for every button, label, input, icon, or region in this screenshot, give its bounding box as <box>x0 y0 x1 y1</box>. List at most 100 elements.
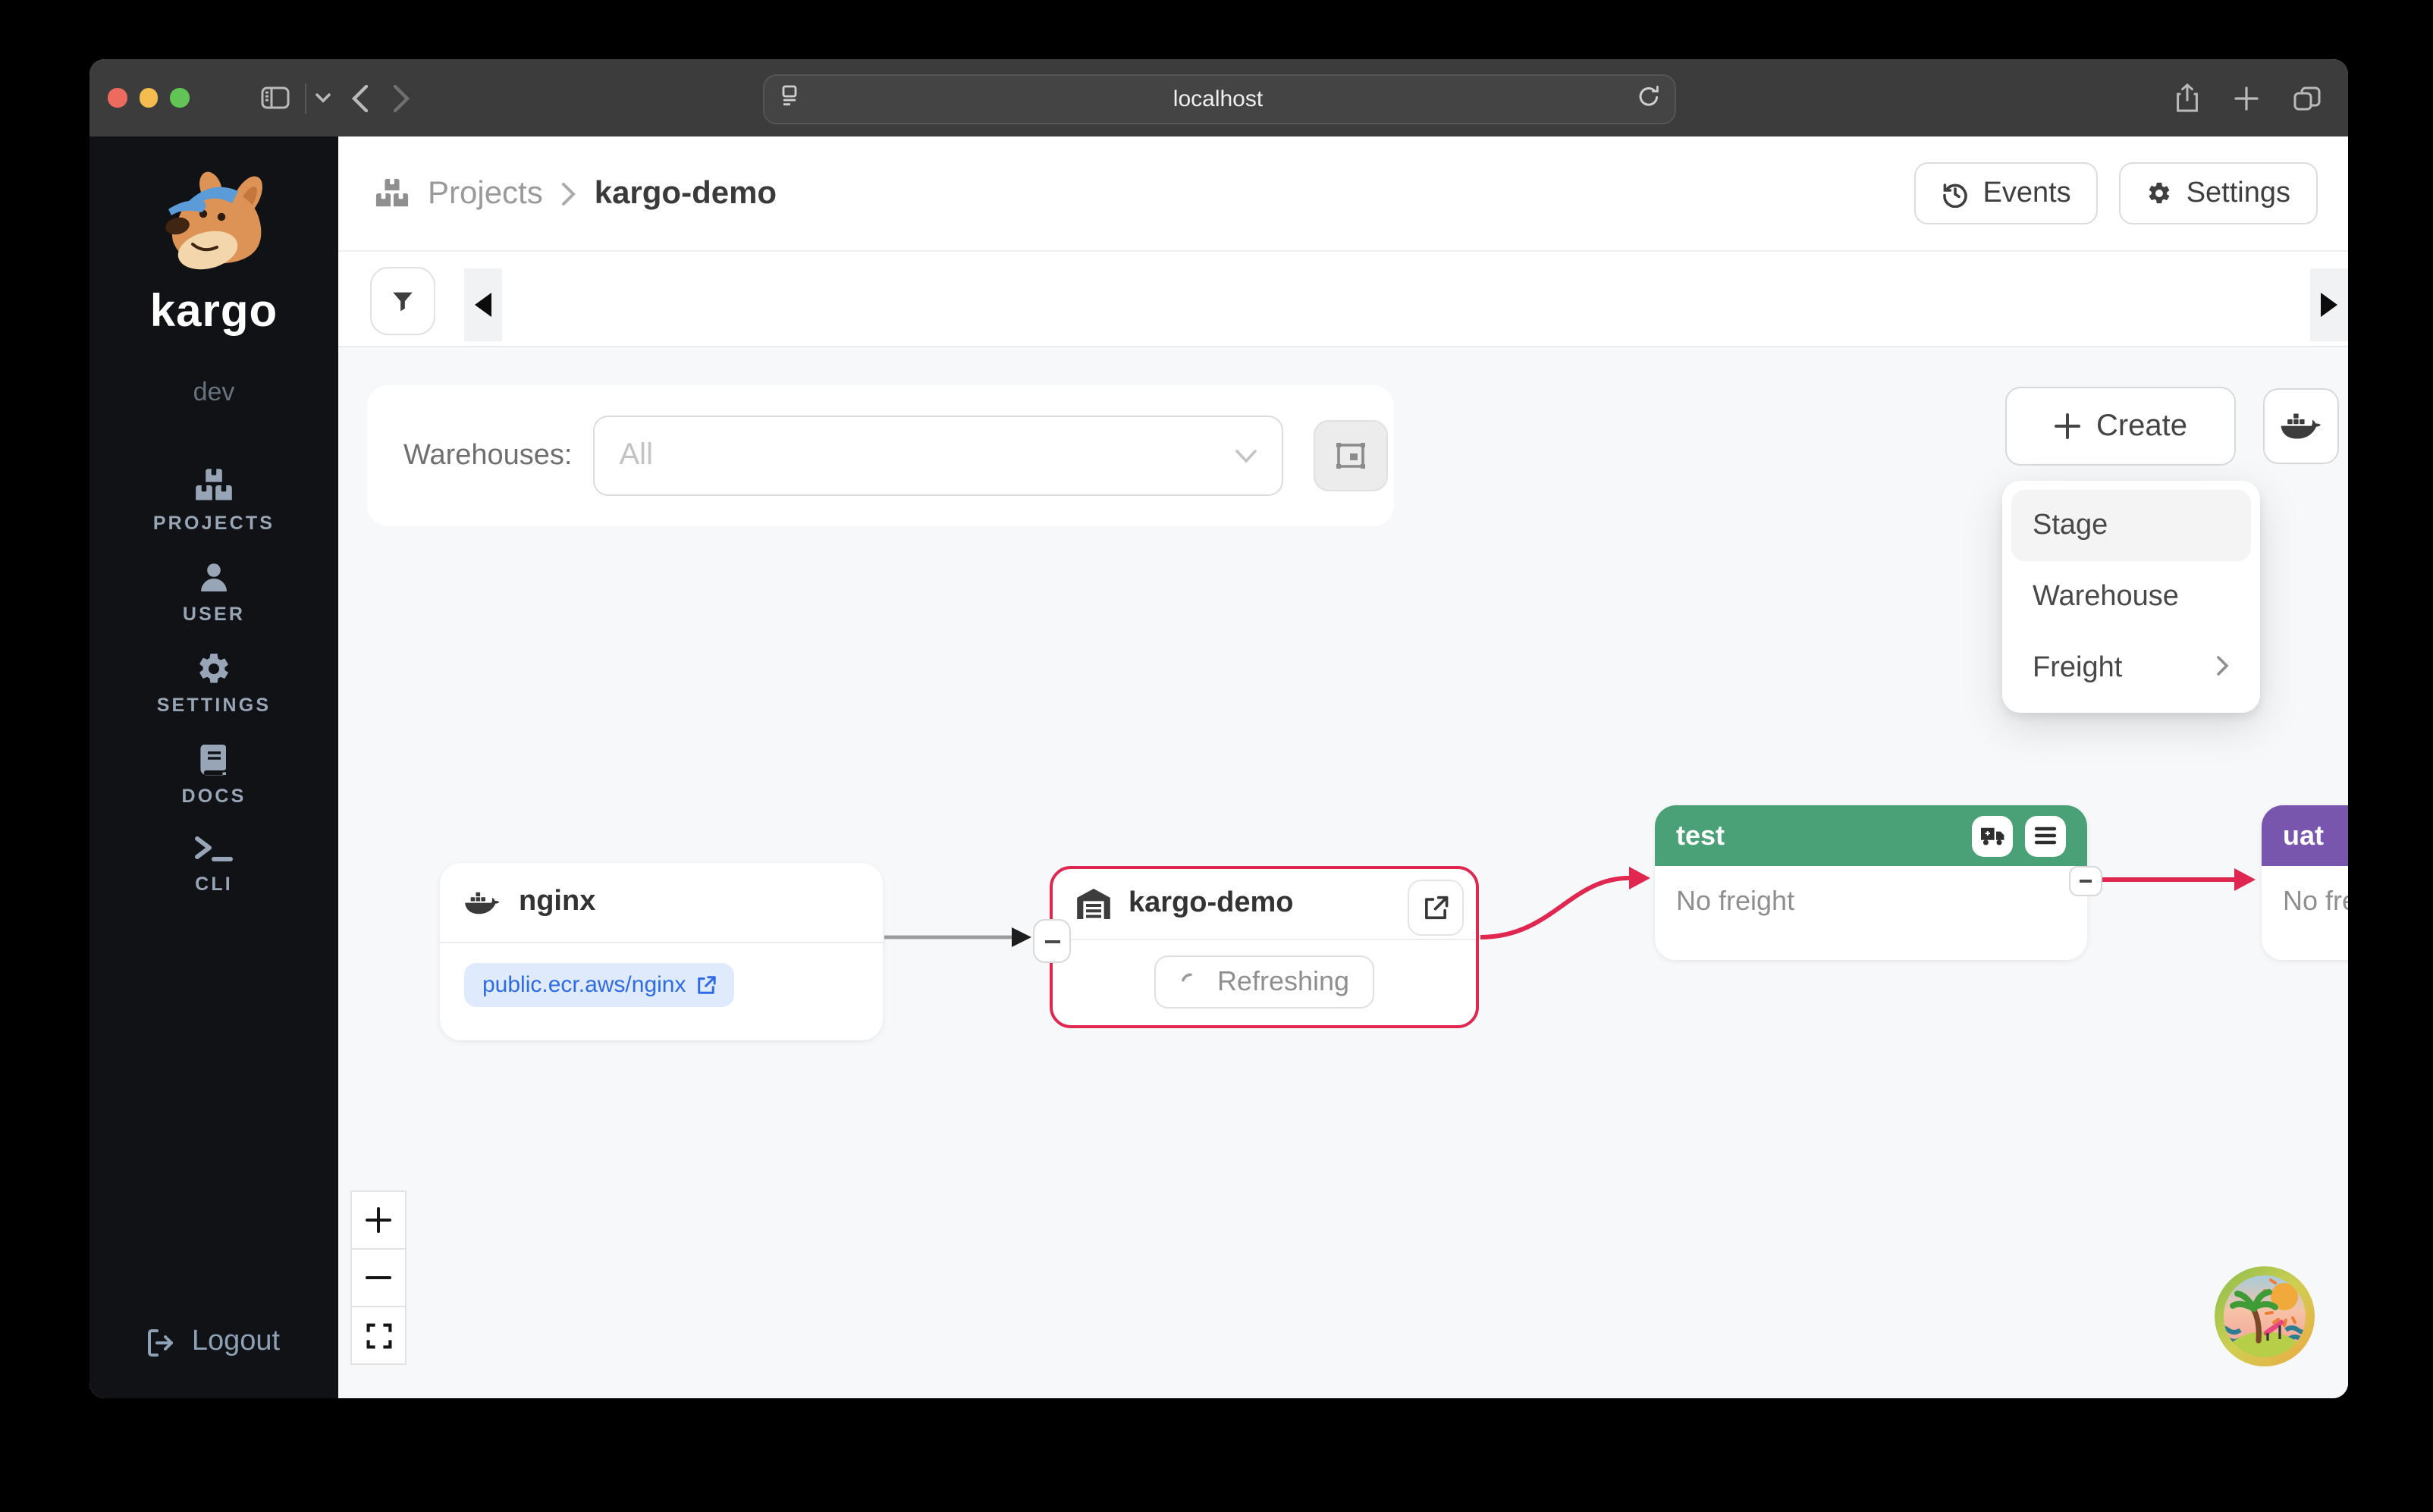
stage-body-text: No freight <box>1655 866 2087 937</box>
docker-button[interactable] <box>2263 388 2339 464</box>
stage-title: test <box>1676 820 1725 852</box>
scroll-right-button[interactable] <box>2310 268 2348 341</box>
freight-truck-button[interactable] <box>1972 815 2013 856</box>
tab-overview-icon[interactable] <box>2293 86 2321 110</box>
history-icon <box>1942 180 1970 207</box>
create-menu: Stage Warehouse Freight <box>2002 481 2260 713</box>
browser-window: localhost <box>89 59 2348 1398</box>
logout-icon <box>148 1328 177 1357</box>
book-icon <box>196 742 232 778</box>
chevron-right-icon <box>561 181 576 205</box>
chrome-right-buttons <box>2175 59 2321 136</box>
canvas-zoom-controls <box>350 1190 407 1365</box>
minimize-window-button[interactable] <box>139 89 158 108</box>
breadcrumb-projects[interactable]: Projects <box>428 175 543 212</box>
kargo-logo[interactable]: kargo <box>141 170 287 338</box>
refreshing-label: Refreshing <box>1217 966 1349 998</box>
user-icon <box>196 560 232 596</box>
funnel-icon <box>390 288 416 314</box>
triangle-right-icon <box>2321 293 2337 317</box>
sidebar-item-label: PROJECTS <box>153 513 275 534</box>
node-test[interactable]: test <box>1655 805 2087 960</box>
object-group-icon <box>1336 441 1367 470</box>
share-icon[interactable] <box>2175 83 2199 112</box>
zoom-out-button[interactable] <box>350 1248 407 1307</box>
open-warehouse-button[interactable] <box>1408 880 1464 936</box>
plus-icon <box>364 1206 393 1234</box>
stage-header: test <box>1655 805 2087 866</box>
header-buttons: Events Settings <box>1915 162 2318 224</box>
events-button[interactable]: Events <box>1915 162 2099 224</box>
traffic-lights <box>108 89 189 108</box>
logout-button[interactable]: Logout <box>148 1325 280 1359</box>
image-repo-text: public.ecr.aws/nginx <box>482 972 686 998</box>
minus-icon <box>2080 880 2092 883</box>
chevron-right-icon <box>2216 651 2230 685</box>
collapse-handle[interactable] <box>2069 866 2102 896</box>
terminal-icon <box>194 833 234 866</box>
close-window-button[interactable] <box>108 89 127 108</box>
node-nginx[interactable]: nginx public.ecr.aws/nginx <box>440 863 883 1040</box>
zoom-window-button[interactable] <box>170 89 189 108</box>
url-text: localhost <box>799 86 1637 112</box>
node-kargo-demo[interactable]: kargo-demo Refres <box>1050 866 1479 1028</box>
screen: localhost <box>0 0 2433 1512</box>
zoom-in-button[interactable] <box>350 1190 407 1250</box>
warehouses-select[interactable]: All <box>594 416 1284 496</box>
sidebar-toggle-icon[interactable] <box>260 86 289 109</box>
plus-icon <box>2054 413 2081 440</box>
object-group-button[interactable] <box>1314 420 1389 491</box>
collapse-handle[interactable] <box>1033 919 1071 963</box>
menu-item-label: Stage <box>2033 509 2108 542</box>
gear-icon <box>196 651 232 687</box>
minus-icon <box>1044 940 1060 943</box>
address-bar[interactable]: localhost <box>762 74 1675 124</box>
image-repo-chip[interactable]: public.ecr.aws/nginx <box>464 963 735 1007</box>
gear-icon <box>2147 180 2173 206</box>
app-sidebar: kargo dev PROJECTS <box>89 136 338 1398</box>
environment-label: dev <box>193 378 235 408</box>
truck-icon <box>1980 826 2004 845</box>
sidebar-item-user[interactable]: USER <box>183 560 245 625</box>
back-button[interactable] <box>351 84 368 111</box>
filter-button[interactable] <box>370 267 435 335</box>
node-uat[interactable]: uat No freight <box>2262 805 2348 960</box>
node-title: kargo-demo <box>1129 887 1294 921</box>
sidebar-item-docs[interactable]: DOCS <box>181 742 246 807</box>
boxes-icon <box>375 176 410 211</box>
page-header: Projects kargo-demo Events <box>338 136 2348 252</box>
node-body: Refreshing <box>1053 940 1476 1024</box>
node-title: nginx <box>519 886 595 919</box>
sidebar-item-label: DOCS <box>181 786 246 807</box>
breadcrumb-current: kargo-demo <box>595 175 777 212</box>
kargo-wordmark: kargo <box>141 287 287 338</box>
warehouses-select-value: All <box>620 438 1235 473</box>
reload-icon[interactable] <box>1637 84 1659 114</box>
page-settings-icon[interactable] <box>779 85 799 114</box>
hamburger-icon <box>2034 827 2057 845</box>
chevron-down-icon[interactable] <box>315 93 330 103</box>
menu-item-freight[interactable]: Freight <box>2011 632 2251 704</box>
docker-icon <box>2280 409 2322 443</box>
sidebar-item-cli[interactable]: CLI <box>194 833 234 895</box>
fit-view-button[interactable] <box>350 1306 407 1365</box>
sidebar-item-projects[interactable]: PROJECTS <box>153 466 275 534</box>
graph-toolbar <box>338 252 2348 347</box>
boxes-icon <box>194 466 234 505</box>
chrome-divider <box>304 83 306 113</box>
menu-item-stage[interactable]: Stage <box>2011 490 2251 561</box>
forward-button[interactable] <box>392 84 409 111</box>
create-button[interactable]: Create <box>2005 387 2236 466</box>
pipeline-canvas[interactable]: Warehouses: All <box>338 347 2348 1398</box>
stage-menu-button[interactable] <box>2025 815 2066 856</box>
browser-chrome: localhost <box>89 59 2348 136</box>
app-shell: kargo dev PROJECTS <box>89 136 2348 1398</box>
refreshing-status[interactable]: Refreshing <box>1155 955 1373 1009</box>
sidebar-item-label: USER <box>183 604 245 625</box>
menu-item-warehouse[interactable]: Warehouse <box>2011 561 2251 632</box>
settings-button[interactable]: Settings <box>2120 162 2318 224</box>
scroll-left-button[interactable] <box>464 268 502 341</box>
sidebar-item-settings[interactable]: SETTINGS <box>157 651 272 716</box>
new-tab-icon[interactable] <box>2234 86 2259 110</box>
sidebar-item-label: SETTINGS <box>157 695 272 716</box>
